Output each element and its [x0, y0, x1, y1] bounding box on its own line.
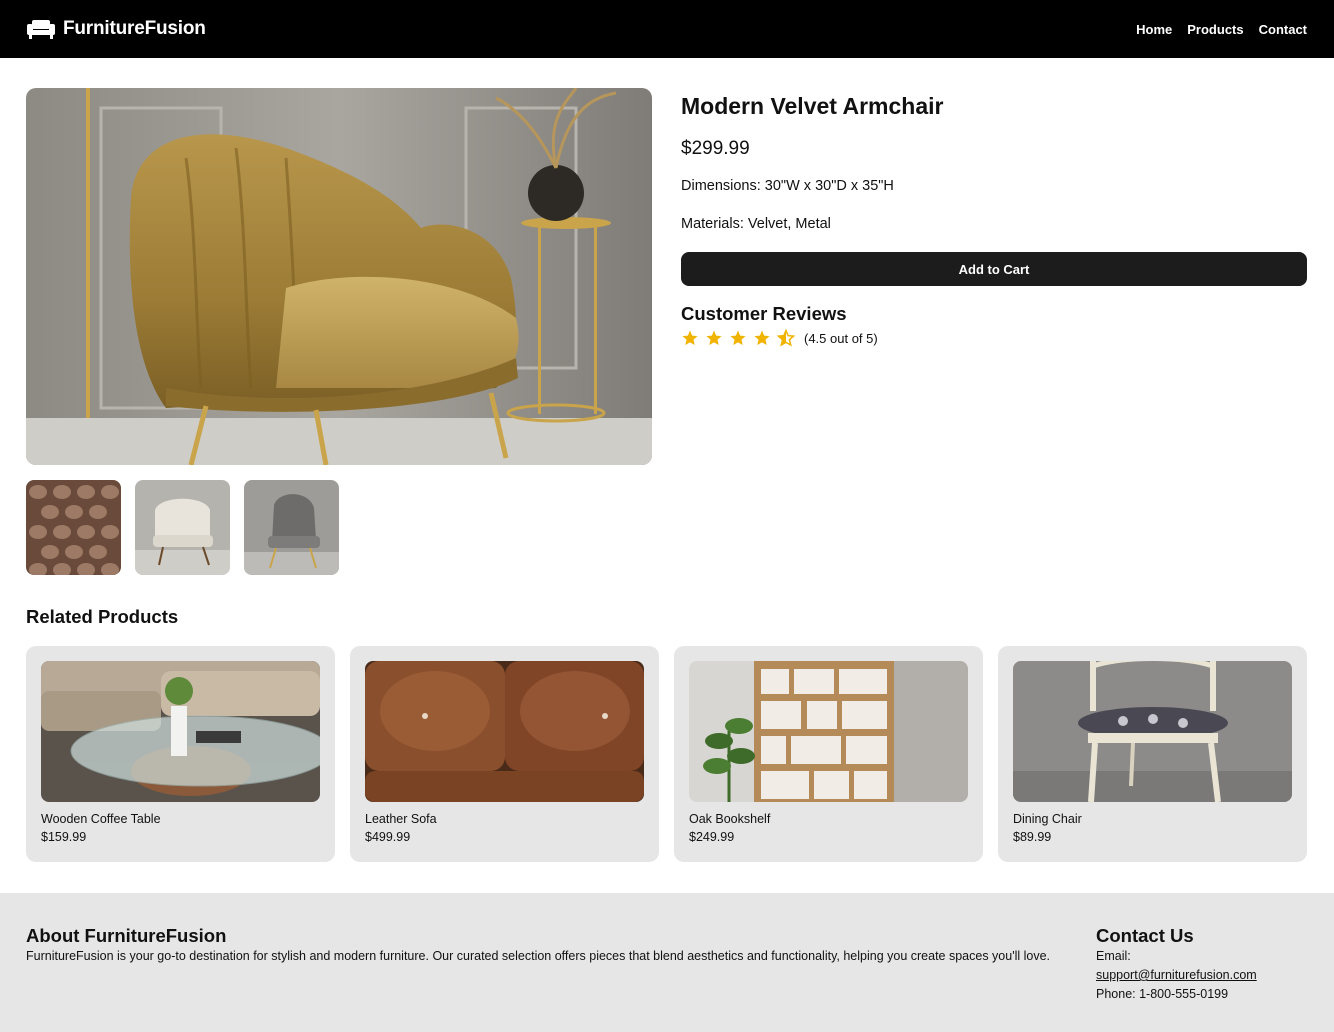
- thumbnail-2[interactable]: [135, 480, 230, 575]
- product-name: Oak Bookshelf: [689, 812, 771, 826]
- product-details: Modern Velvet Armchair $299.99 Dimension…: [681, 88, 1307, 347]
- product-name: Dining Chair: [1013, 812, 1082, 826]
- product-price: $89.99: [1013, 830, 1052, 844]
- about-section: About FurnitureFusion FurnitureFusion is…: [26, 925, 1084, 966]
- product-price: $299.99: [681, 138, 750, 159]
- sofa-icon: [27, 20, 55, 39]
- email-label: Email:: [1096, 949, 1131, 963]
- star-icon: [706, 330, 722, 346]
- star-icon: [754, 330, 770, 346]
- product-name: Leather Sofa: [365, 812, 437, 826]
- product-materials: Materials: Velvet, Metal: [681, 216, 831, 232]
- site-footer: About FurnitureFusion FurnitureFusion is…: [0, 893, 1334, 1032]
- main-nav: Home Products Contact: [1136, 22, 1307, 37]
- main-product-image: [26, 88, 652, 465]
- product-image: [1013, 661, 1292, 802]
- product-price: $249.99: [689, 830, 735, 844]
- product-image: [689, 661, 968, 802]
- related-product-card[interactable]: Leather Sofa $499.99: [350, 646, 659, 862]
- star-icon: [730, 330, 746, 346]
- email-link[interactable]: support@furniturefusion.com: [1096, 968, 1257, 982]
- product-price: $159.99: [41, 830, 87, 844]
- brand-name: FurnitureFusion: [63, 18, 206, 39]
- product-dimensions: Dimensions: 30"W x 30"D x 35"H: [681, 178, 894, 194]
- nav-contact-link[interactable]: Contact: [1259, 22, 1307, 37]
- customer-reviews-title: Customer Reviews: [681, 303, 847, 324]
- about-text: FurnitureFusion is your go-to destinatio…: [26, 949, 1051, 963]
- related-product-card[interactable]: Oak Bookshelf $249.99: [674, 646, 983, 862]
- add-to-cart-button[interactable]: Add to Cart: [681, 252, 1307, 286]
- product-name: Wooden Coffee Table: [41, 812, 161, 826]
- nav-products-link[interactable]: Products: [1187, 22, 1243, 37]
- product-price: $499.99: [365, 830, 411, 844]
- product-image: [41, 661, 320, 802]
- rating-text: (4.5 out of 5): [804, 330, 878, 346]
- nav-home-link[interactable]: Home: [1136, 22, 1172, 37]
- product-image: [365, 661, 644, 802]
- related-product-card[interactable]: Dining Chair $89.99: [998, 646, 1307, 862]
- site-header: FurnitureFusion Home Products Contact: [0, 0, 1334, 58]
- half-star-icon: [777, 329, 795, 347]
- related-products-title: Related Products: [26, 606, 179, 627]
- thumbnail-1[interactable]: [26, 480, 121, 575]
- phone-text: Phone: 1-800-555-0199: [1096, 987, 1229, 1001]
- contact-title: Contact Us: [1096, 925, 1194, 946]
- star-icon: [682, 330, 698, 346]
- contact-section: Contact Us Email: support@furniturefusio…: [1096, 925, 1316, 1004]
- about-title: About FurnitureFusion: [26, 925, 227, 946]
- thumbnail-3[interactable]: [244, 480, 339, 575]
- brand[interactable]: FurnitureFusion: [27, 18, 206, 40]
- product-title: Modern Velvet Armchair: [681, 93, 944, 119]
- star-rating: (4.5 out of 5): [681, 329, 1307, 347]
- related-product-card[interactable]: Wooden Coffee Table $159.99: [26, 646, 335, 862]
